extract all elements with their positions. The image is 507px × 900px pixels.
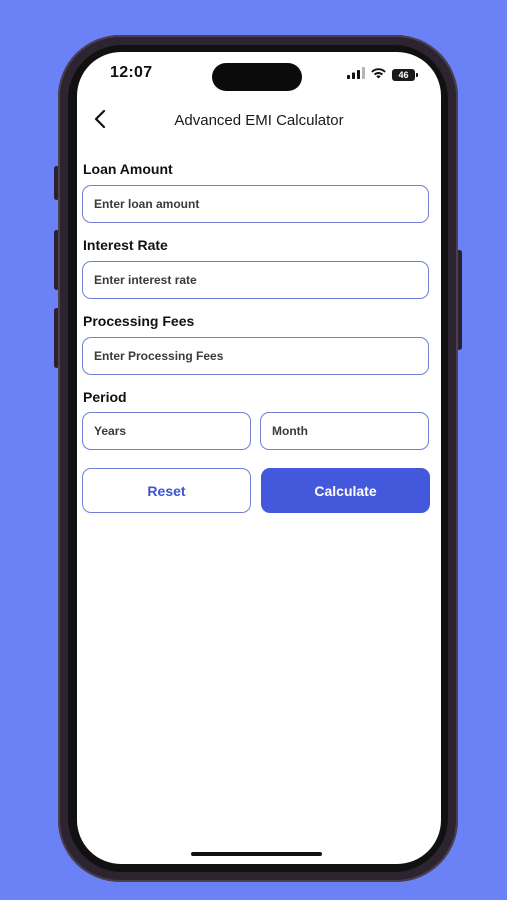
status-time: 12:07 bbox=[110, 64, 153, 81]
cellular-signal-icon bbox=[347, 66, 365, 84]
loan-amount-input[interactable] bbox=[82, 185, 429, 223]
wifi-icon bbox=[370, 66, 387, 84]
page-title: Advanced EMI Calculator bbox=[174, 112, 344, 129]
loan-amount-label: Loan Amount bbox=[83, 161, 173, 177]
interest-rate-input[interactable] bbox=[82, 261, 429, 299]
period-label: Period bbox=[83, 389, 127, 405]
app-screen: 12:07 46 Advanced EMI Calculator Loan Am… bbox=[77, 52, 441, 864]
status-bar: 12:07 46 bbox=[77, 52, 441, 96]
interest-rate-label: Interest Rate bbox=[83, 237, 168, 253]
reset-button[interactable]: Reset bbox=[82, 468, 251, 513]
home-indicator bbox=[191, 852, 322, 856]
battery-icon: 46 bbox=[392, 69, 418, 81]
period-month-input[interactable] bbox=[260, 412, 429, 450]
period-years-input[interactable] bbox=[82, 412, 251, 450]
processing-fees-label: Processing Fees bbox=[83, 313, 195, 329]
status-icons: 46 bbox=[347, 66, 418, 84]
dynamic-island bbox=[212, 63, 302, 91]
calculate-button[interactable]: Calculate bbox=[261, 468, 430, 513]
processing-fees-input[interactable] bbox=[82, 337, 429, 375]
nav-bar: Advanced EMI Calculator bbox=[77, 104, 441, 138]
